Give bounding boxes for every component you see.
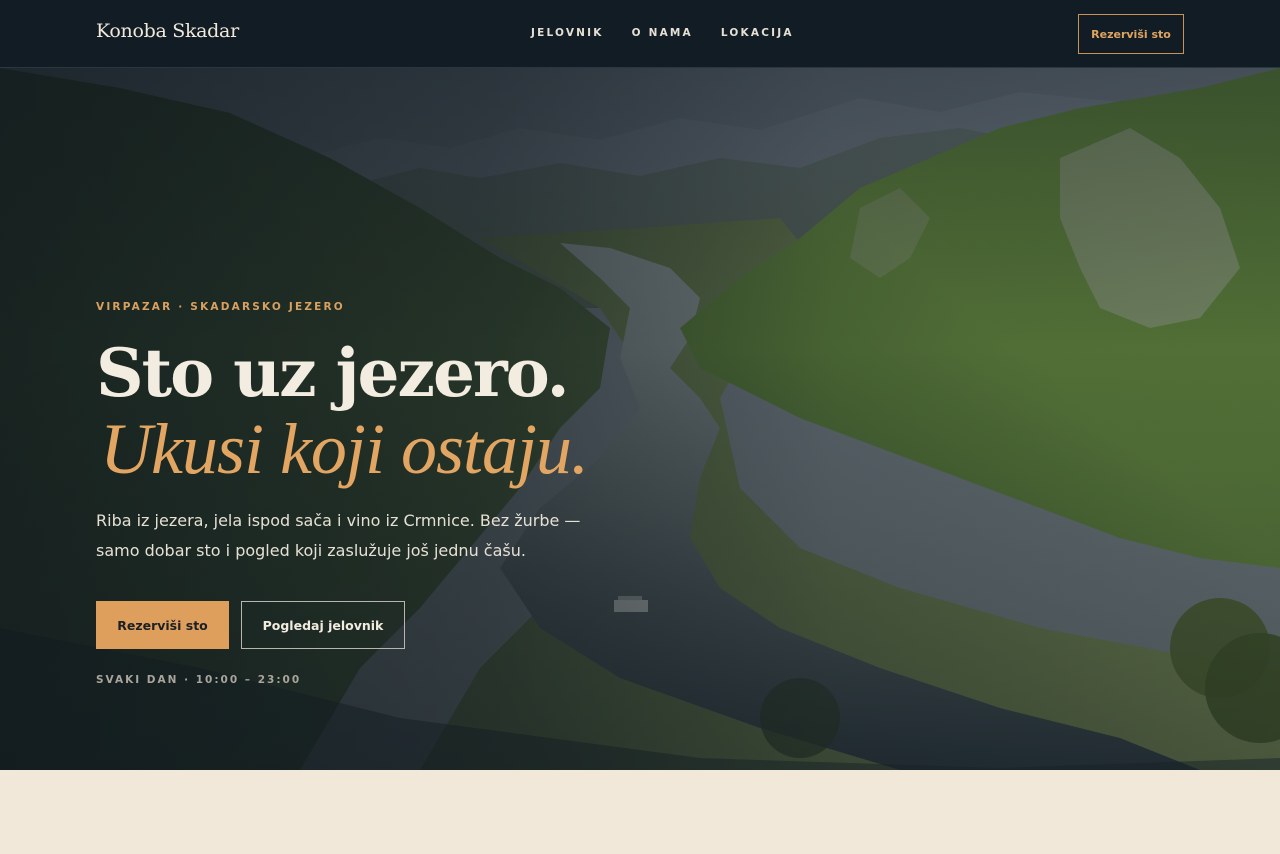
hero-section: VIRPAZAR · SKADARSKO JEZERO Sto uz jezer… — [0, 68, 1280, 770]
view-menu-button[interactable]: Pogledaj jelovnik — [241, 601, 405, 649]
nav-reserve-button[interactable]: Rezerviši sto — [1078, 14, 1184, 54]
nav-link-about[interactable]: O NAMA — [632, 27, 693, 39]
hero-eyebrow: VIRPAZAR · SKADARSKO JEZERO — [96, 301, 345, 313]
hero-headline: Sto uz jezero. — [96, 334, 570, 412]
reserve-table-button[interactable]: Rezerviši sto — [96, 601, 229, 649]
hero-description: Riba iz jezera, jela ispod sača i vino i… — [96, 511, 581, 560]
brand-logo[interactable]: Konoba Skadar — [96, 20, 239, 42]
nav-link-location[interactable]: LOKACIJA — [721, 27, 794, 39]
next-section — [0, 770, 1280, 854]
hero-headline-accent: Ukusi koji ostaju. — [100, 409, 589, 489]
nav-link-menu[interactable]: JELOVNIK — [531, 27, 604, 39]
nav-links: JELOVNIK O NAMA LOKACIJA — [531, 27, 822, 39]
top-navigation: Konoba Skadar JELOVNIK O NAMA LOKACIJA R… — [0, 0, 1280, 68]
opening-hours: SVAKI DAN · 10:00 – 23:00 — [96, 674, 302, 686]
